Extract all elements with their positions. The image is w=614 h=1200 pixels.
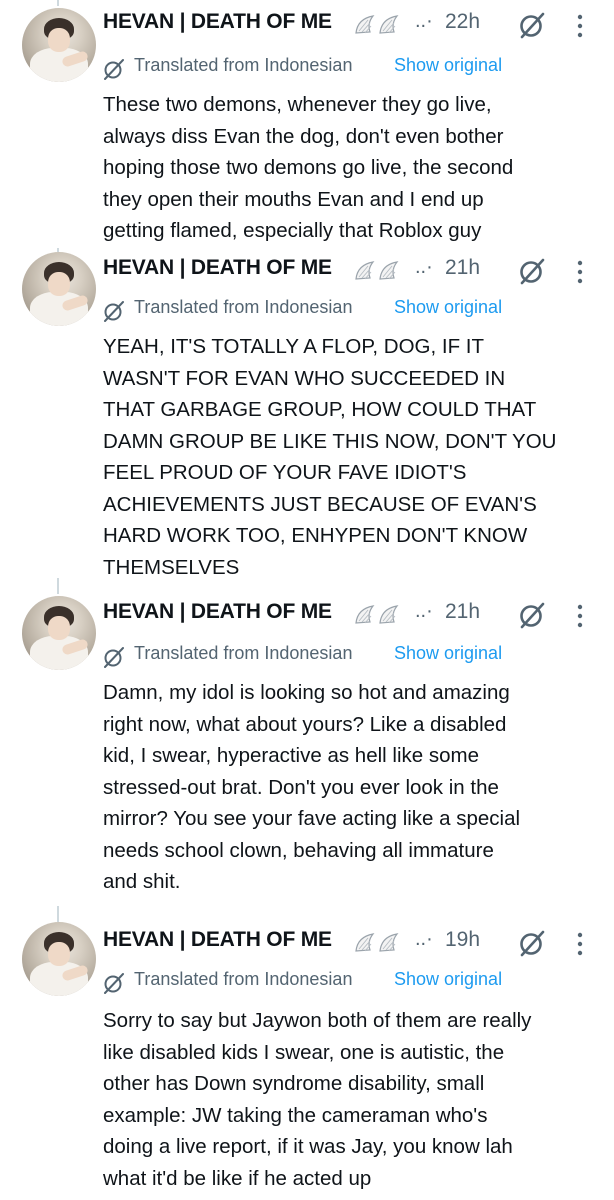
thread-line bbox=[57, 906, 59, 922]
post-text: These two demons, whenever they go live,… bbox=[103, 89, 603, 247]
time-separator: ..· bbox=[415, 928, 433, 950]
post-2[interactable]: HEVAN | DEATH OF ME ..· 21h Translated f… bbox=[0, 248, 614, 579]
translated-label: Translated from Indonesian bbox=[134, 643, 353, 663]
wings-icon bbox=[355, 15, 399, 34]
translate-icon bbox=[104, 647, 124, 668]
post-header: HEVAN | DEATH OF ME ..· 19h bbox=[103, 928, 603, 958]
translate-icon bbox=[104, 59, 124, 80]
text-line: what it'd be like if he acted up bbox=[103, 1166, 372, 1190]
text-line: mirror? You see your fave acting like a … bbox=[103, 807, 521, 830]
post-3[interactable]: HEVAN | DEATH OF ME ..· 21h Translated f… bbox=[0, 578, 614, 898]
show-original-link[interactable]: Show original bbox=[394, 643, 502, 664]
wings-icon bbox=[355, 605, 399, 624]
post-header: HEVAN | DEATH OF ME ..· 21h bbox=[103, 600, 603, 630]
translate-icon bbox=[104, 973, 124, 994]
wings-icon bbox=[355, 261, 399, 280]
text-line: WASN'T FOR EVAN WHO SUCCEEDED IN bbox=[103, 366, 506, 390]
avatar[interactable] bbox=[22, 8, 96, 82]
time-separator: ..· bbox=[415, 10, 433, 32]
translated-label: Translated from Indonesian bbox=[134, 55, 353, 75]
text-line: always diss Evan the dog, don't even bot… bbox=[103, 124, 504, 148]
show-original-link[interactable]: Show original bbox=[394, 297, 502, 318]
time-separator: ..· bbox=[415, 256, 433, 278]
translated-label: Translated from Indonesian bbox=[134, 297, 353, 317]
grok-icon[interactable] bbox=[518, 11, 546, 39]
avatar[interactable] bbox=[22, 252, 96, 326]
text-line: right now, what about yours? Like a disa… bbox=[103, 712, 507, 736]
avatar[interactable] bbox=[22, 922, 96, 996]
text-line: stressed-out brat. Don't you ever look i… bbox=[103, 775, 499, 799]
author-name[interactable]: HEVAN | DEATH OF ME bbox=[103, 10, 332, 34]
more-options-icon[interactable] bbox=[575, 12, 585, 40]
grok-icon[interactable] bbox=[518, 601, 546, 629]
text-line: doing a live report, if it was Jay, you … bbox=[103, 1135, 513, 1158]
post-header: HEVAN | DEATH OF ME ..· 22h bbox=[103, 10, 603, 40]
thread-line bbox=[57, 0, 59, 6]
text-line: YEAH, IT'S TOTALLY A FLOP, DOG, IF IT bbox=[103, 335, 485, 358]
grok-icon[interactable] bbox=[518, 929, 546, 957]
author-name[interactable]: HEVAN | DEATH OF ME bbox=[103, 256, 332, 280]
text-line: they open their mouths Evan and I end up bbox=[103, 187, 484, 211]
text-line: Damn, my idol is looking so hot and amaz… bbox=[103, 681, 510, 704]
text-line: THAT GARBAGE GROUP, HOW COULD THAT bbox=[103, 398, 537, 421]
text-line: getting flamed, especially that Roblox g… bbox=[103, 219, 482, 242]
author-name[interactable]: HEVAN | DEATH OF ME bbox=[103, 600, 332, 624]
show-original-link[interactable]: Show original bbox=[394, 969, 502, 990]
text-line: needs school clown, behaving all immatur… bbox=[103, 838, 494, 862]
post-header: HEVAN | DEATH OF ME ..· 21h bbox=[103, 256, 603, 286]
text-line: example: JW taking the cameraman who's bbox=[103, 1103, 488, 1127]
post-text: Damn, my idol is looking so hot and amaz… bbox=[103, 677, 603, 898]
text-line: HARD WORK TOO, ENHYPEN DON'T KNOW bbox=[103, 524, 528, 547]
more-options-icon[interactable] bbox=[575, 602, 585, 630]
post-4[interactable]: HEVAN | DEATH OF ME ..· 19h Translated f… bbox=[0, 898, 614, 1200]
translate-icon bbox=[104, 301, 124, 322]
thread-line bbox=[57, 578, 59, 594]
post-text: Sorry to say but Jaywon both of them are… bbox=[103, 1005, 603, 1194]
timestamp[interactable]: 21h bbox=[445, 256, 480, 280]
grok-icon[interactable] bbox=[518, 257, 546, 285]
timestamp[interactable]: 19h bbox=[445, 928, 480, 952]
text-line: and shit. bbox=[103, 870, 181, 893]
more-options-icon[interactable] bbox=[575, 258, 585, 286]
text-line: Sorry to say but Jaywon both of them are… bbox=[103, 1009, 532, 1032]
text-line: other has Down syndrome disability, smal… bbox=[103, 1072, 485, 1095]
translated-label: Translated from Indonesian bbox=[134, 969, 353, 989]
text-line: kid, I swear, hyperactive as hell like s… bbox=[103, 744, 479, 767]
text-line: like disabled kids I swear, one is autis… bbox=[103, 1040, 505, 1064]
timestamp[interactable]: 22h bbox=[445, 10, 480, 34]
show-original-link[interactable]: Show original bbox=[394, 55, 502, 76]
more-options-icon[interactable] bbox=[575, 930, 585, 958]
post-text: YEAH, IT'S TOTALLY A FLOP, DOG, IF IT WA… bbox=[103, 331, 603, 583]
text-line: FEEL PROUD OF YOUR FAVE IDIOT'S bbox=[103, 461, 467, 484]
wings-icon bbox=[355, 933, 399, 952]
text-line: DAMN GROUP BE LIKE THIS NOW, DON'T YOU bbox=[103, 429, 557, 453]
time-separator: ..· bbox=[415, 600, 433, 622]
post-1[interactable]: HEVAN | DEATH OF ME ..· 22h Translated f… bbox=[0, 0, 614, 248]
text-line: These two demons, whenever they go live, bbox=[103, 93, 492, 116]
timestamp[interactable]: 21h bbox=[445, 600, 480, 624]
text-line: hoping those two demons go live, the sec… bbox=[103, 156, 514, 179]
author-name[interactable]: HEVAN | DEATH OF ME bbox=[103, 928, 332, 952]
avatar[interactable] bbox=[22, 596, 96, 670]
text-line: ACHIEVEMENTS JUST BECAUSE OF EVAN'S bbox=[103, 492, 537, 516]
